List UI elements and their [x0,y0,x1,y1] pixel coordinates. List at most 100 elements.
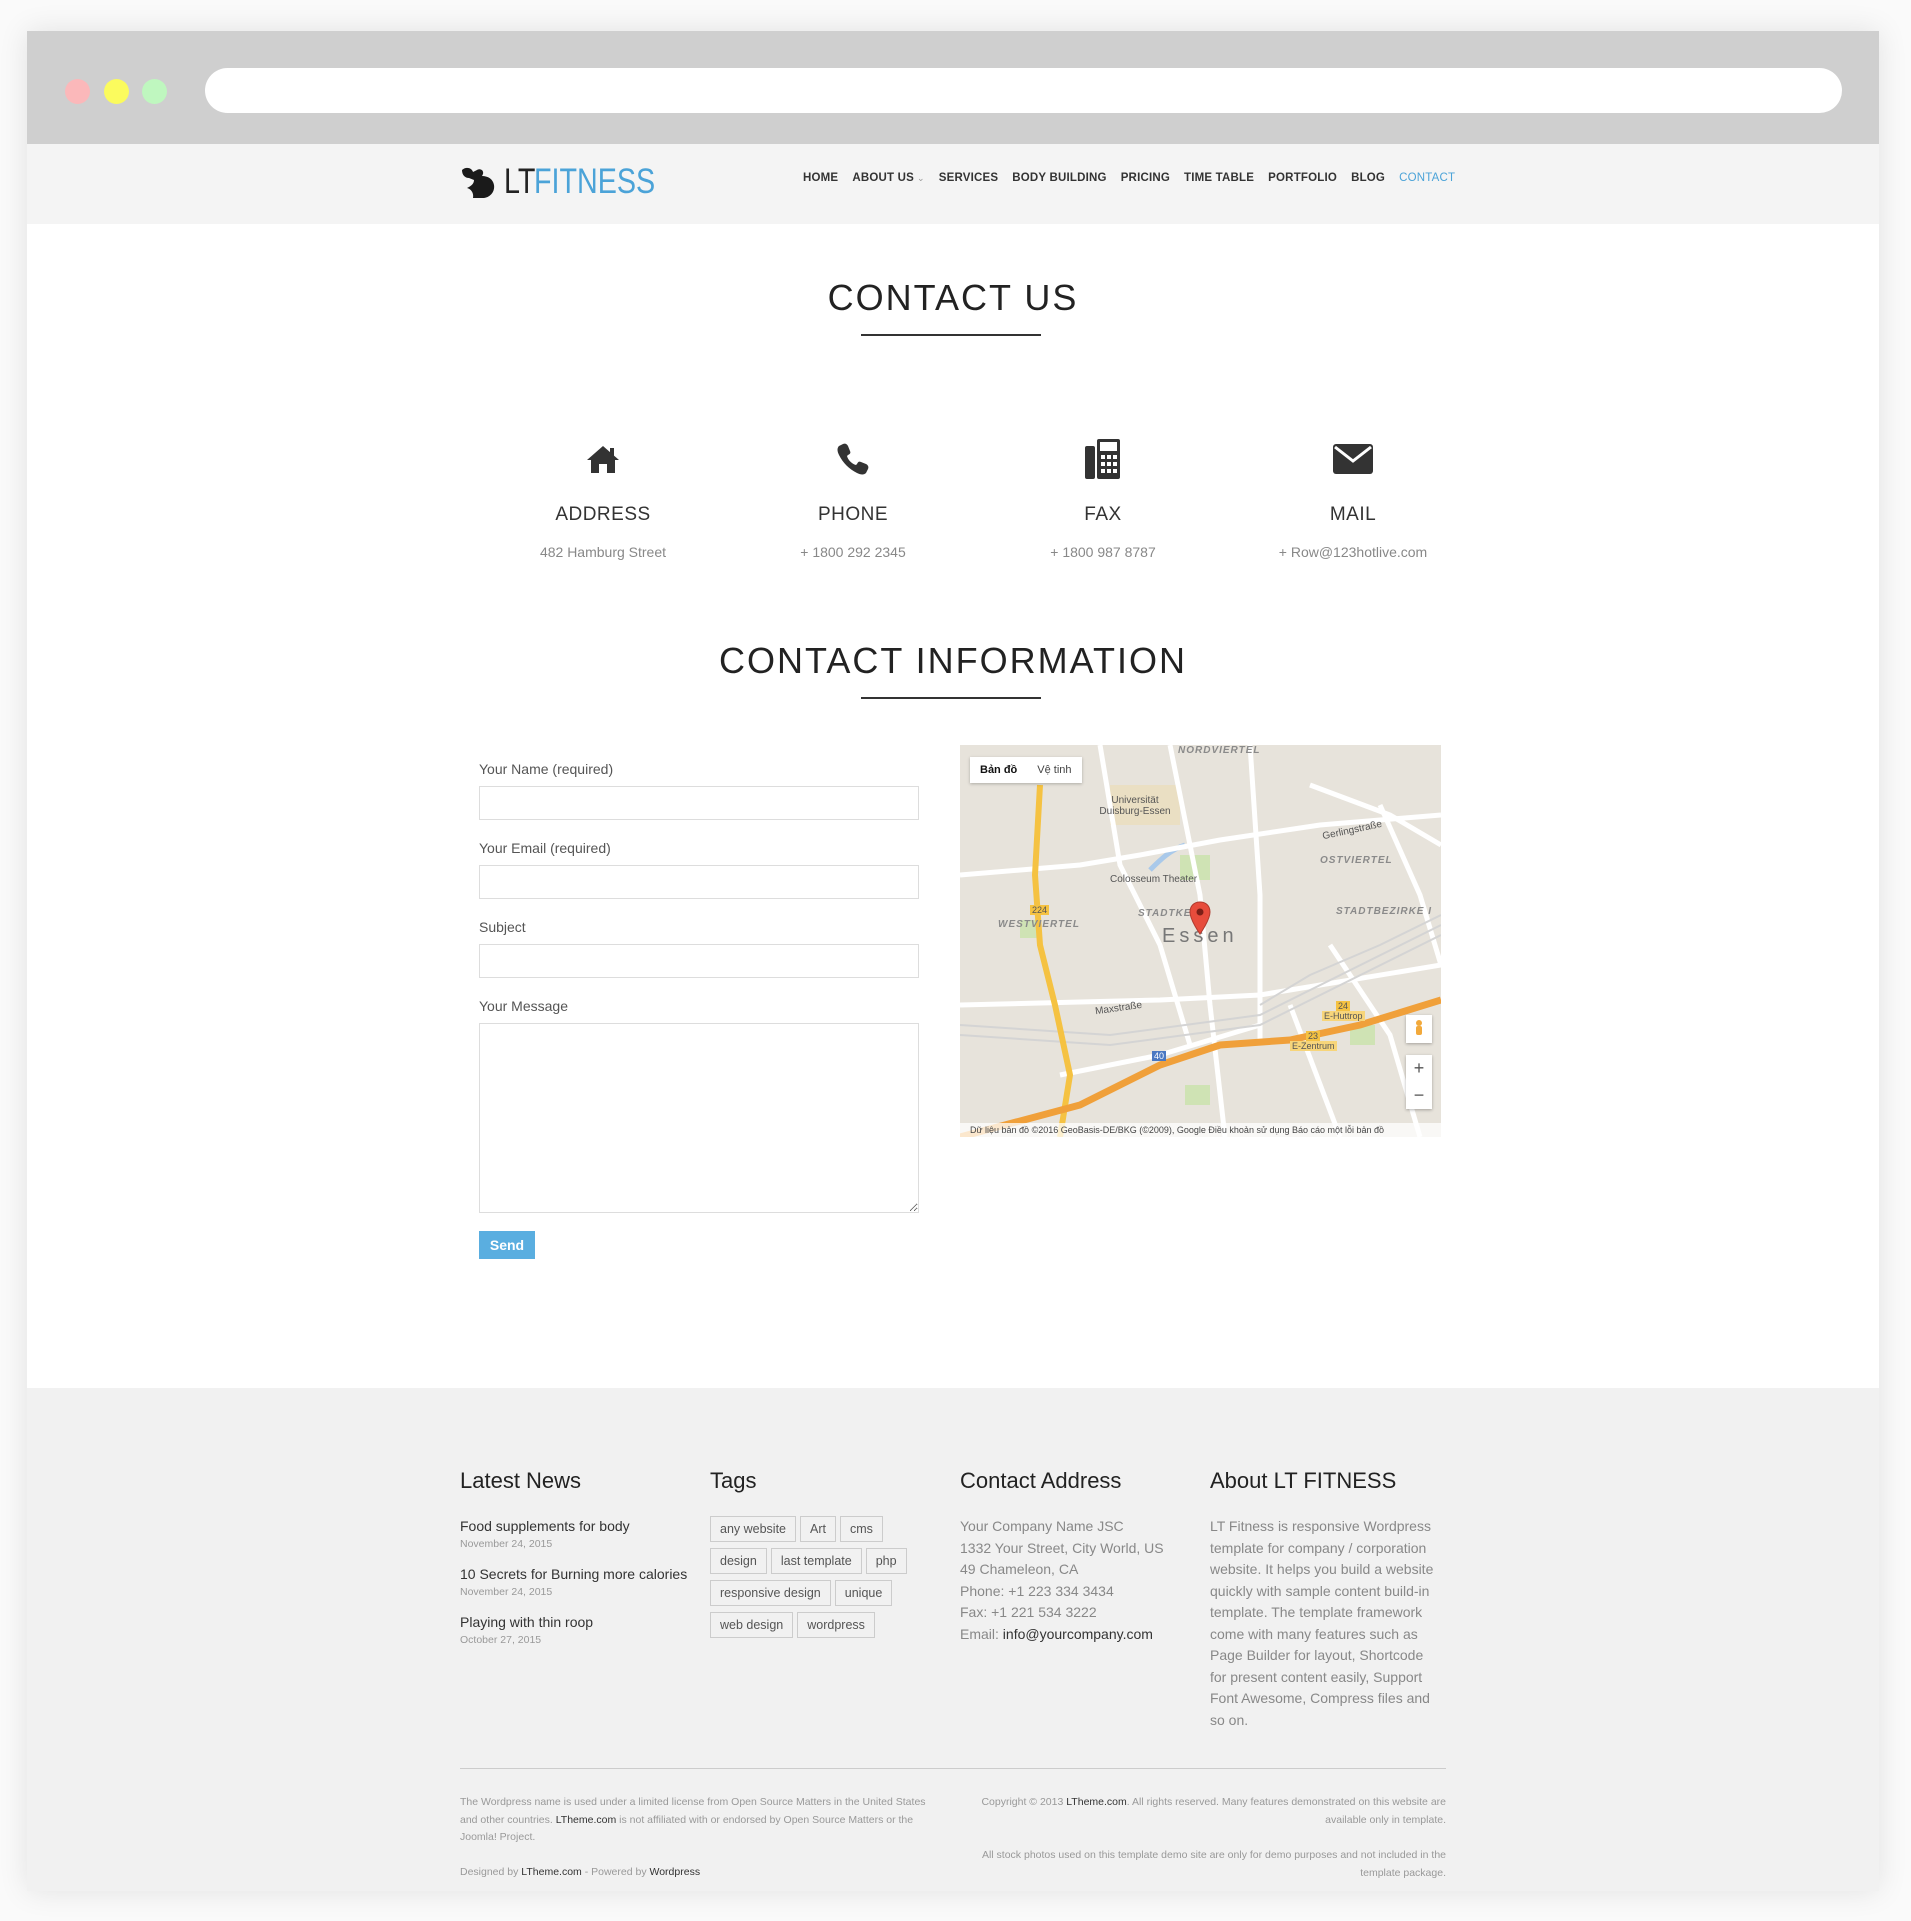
browser-window: LT FITNESS HOME ABOUT US ⌄ SERVICES BODY … [27,31,1879,1891]
address-fax: Fax: +1 221 534 3222 [960,1604,1097,1620]
footer-latest-news: Latest News Food supplements for body No… [460,1468,690,1660]
browser-chrome [27,31,1879,144]
news-item-title[interactable]: Food supplements for body [460,1516,690,1537]
copyright-text-a: Copyright © 2013 [981,1796,1067,1808]
tag-link[interactable]: unique [834,1580,893,1606]
contact-box-label: MAIL [1329,504,1377,525]
footer-heading: Contact Address [960,1468,1122,1493]
footer-heading: Latest News [460,1468,582,1493]
powered-wordpress-link[interactable]: Wordpress [650,1866,701,1878]
footer-divider [460,1768,1446,1769]
footer-photos-notice: All stock photos used on this template d… [981,1849,1446,1879]
contact-form: Your Name (required) Your Email (require… [479,761,921,1259]
map-label: STADTBEZIRKE I [1336,906,1433,917]
street-view-pegman-icon[interactable] [1406,1015,1432,1043]
tag-link[interactable]: responsive design [710,1580,831,1606]
license-ltheme-link[interactable]: LTheme.com [556,1814,617,1826]
tag-link[interactable]: cms [840,1516,883,1542]
send-button[interactable]: Send [479,1231,535,1259]
contact-box-value: + 1800 987 8787 [1050,544,1156,560]
site-logo[interactable]: LT FITNESS [460,162,682,202]
address-email-prefix: Email: [960,1625,1003,1642]
nav-item-body-building[interactable]: BODY BUILDING [1012,172,1106,184]
tag-link[interactable]: any website [710,1516,797,1542]
contact-us-title: CONTACT US [827,277,1079,318]
maximize-window-button[interactable] [142,79,167,104]
nav-item-about-us[interactable]: ABOUT US ⌄ [852,172,924,184]
logo-text-fitness: FITNESS [534,162,656,201]
nav-item-time-table[interactable]: TIME TABLE [1184,172,1254,184]
email-field[interactable] [479,865,919,899]
address-phone: Phone: +1 223 334 3434 [960,1582,1114,1599]
map-road-shield: 224 [1030,905,1050,915]
news-item: Playing with thin roop October 27, 2015 [460,1612,690,1647]
footer-about: About LT FITNESS LT Fitness is responsiv… [1210,1468,1440,1731]
tag-link[interactable]: wordpress [797,1612,875,1638]
address-bar[interactable] [205,68,1842,113]
nav-item-blog[interactable]: BLOG [1351,172,1385,184]
map-tab-map[interactable]: Bản đồ [970,764,1027,776]
email-field-label: Your Email (required) [479,840,611,856]
map-label: E-Huttrop [1322,1011,1365,1021]
news-item-date: October 27, 2015 [460,1634,542,1646]
nav-item-pricing[interactable]: PRICING [1121,172,1170,184]
google-map[interactable]: Bản đồ Vệ tinh NORDVIERTEL Universität D… [960,745,1441,1137]
designed-text-a: Designed by [460,1866,522,1878]
map-label: OSTVIERTEL [1320,855,1393,866]
message-field-label: Your Message [479,998,568,1014]
news-item-title[interactable]: 10 Secrets for Burning more calories [460,1564,690,1585]
chevron-down-icon: ⌄ [916,173,925,183]
footer-designed-by: Designed by LTheme.com - Powered by Word… [460,1864,940,1882]
name-field-label: Your Name (required) [479,761,614,777]
close-window-button[interactable] [65,79,90,104]
nav-item-portfolio[interactable]: PORTFOLIO [1268,172,1337,184]
tag-link[interactable]: web design [710,1612,794,1638]
footer-tags: Tags any website Art cms design last tem… [710,1468,940,1644]
map-road-shield: 40 [1152,1051,1167,1061]
contact-box-label: ADDRESS [555,504,651,525]
news-item-title[interactable]: Playing with thin roop [460,1612,690,1633]
contact-information-title-underline [861,697,1041,699]
tag-link[interactable]: Art [800,1516,836,1542]
phone-icon [728,436,978,482]
designed-ltheme-link[interactable]: LTheme.com [521,1866,582,1878]
footer-license-text: The Wordpress name is used under a limit… [460,1794,940,1847]
map-label: E-Zentrum [1290,1041,1337,1051]
footer-contact-address: Contact Address Your Company Name JSC 13… [960,1468,1190,1645]
fax-icon [978,436,1228,482]
map-road-shield: 23 [1306,1031,1321,1041]
map-zoom-in-button[interactable]: + [1406,1055,1432,1082]
contact-box-fax: FAX + 1800 987 8787 [978,436,1228,560]
map-label: Universität Duisburg-Essen [1099,795,1171,817]
bodybuilder-logo-icon [462,167,495,198]
map-label: STADTKE [1138,908,1192,919]
tag-link[interactable]: design [710,1548,767,1574]
tag-link[interactable]: last template [770,1548,862,1574]
contact-box-label: PHONE [817,504,889,525]
minimize-window-button[interactable] [104,79,129,104]
map-zoom-out-button[interactable]: − [1406,1082,1432,1109]
message-field[interactable] [479,1023,919,1213]
contact-box-mail: MAIL + Row@123hotlive.com [1228,436,1478,560]
map-road-shield: 24 [1336,1001,1351,1011]
home-icon [478,436,728,482]
copyright-ltheme-link[interactable]: LTheme.com [1066,1796,1127,1808]
map-marker-icon[interactable] [1189,901,1211,935]
address-email-link[interactable]: info@yourcompany.com [1003,1626,1153,1642]
nav-item-services[interactable]: SERVICES [939,172,999,184]
map-attribution: Dữ liệu bản đồ ©2016 GeoBasis-DE/BKG (©2… [960,1123,1441,1137]
tag-cloud: any website Art cms design last template… [710,1516,940,1644]
news-item: Food supplements for body November 24, 2… [460,1516,690,1551]
about-text: LT Fitness is responsive Wordpress templ… [1210,1518,1434,1728]
address-company: Your Company Name JSC [960,1518,1124,1534]
tag-link[interactable]: php [865,1548,907,1574]
logo-text-lt: LT [504,162,536,201]
map-tab-satellite[interactable]: Vệ tinh [1027,764,1081,776]
address-street: 1332 Your Street, City World, US [960,1539,1164,1556]
nav-item-contact[interactable]: CONTACT [1399,172,1455,184]
subject-field[interactable] [479,944,919,978]
nav-item-home[interactable]: HOME [803,172,838,184]
nav-item-about-us-label: ABOUT US [852,172,914,184]
name-field[interactable] [479,786,919,820]
map-label: Colosseum Theater [1110,874,1198,885]
